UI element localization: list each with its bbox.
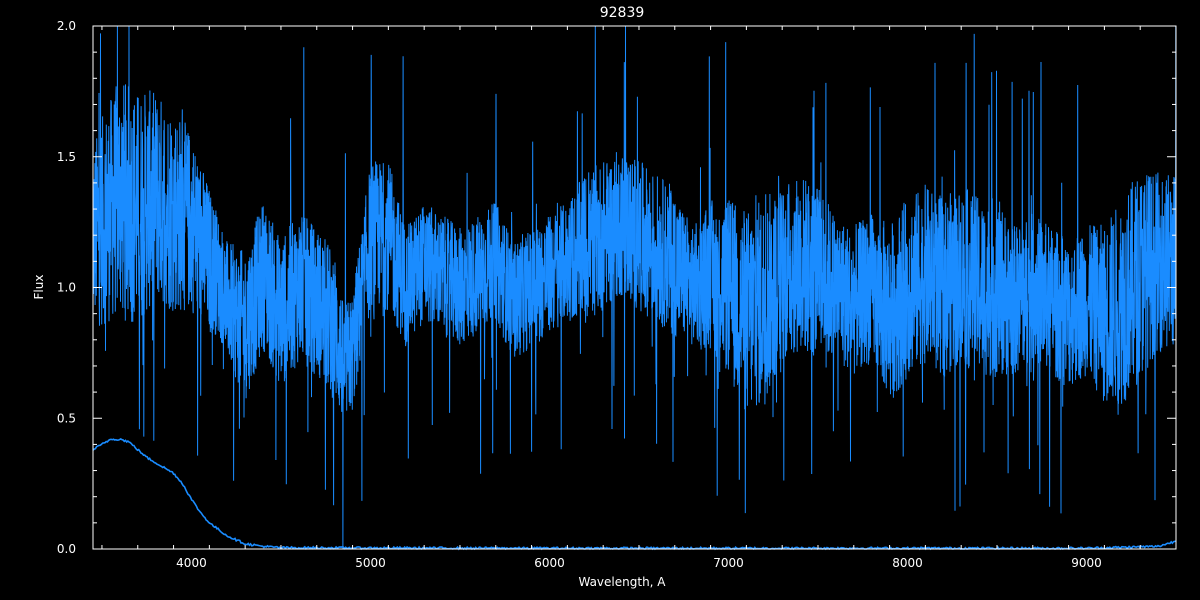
x-tick-label: 4000 bbox=[176, 556, 207, 570]
y-tick-label: 1.0 bbox=[57, 281, 76, 295]
y-axis-label: Flux bbox=[32, 275, 46, 300]
x-axis-label: Wavelength, A bbox=[578, 575, 666, 589]
spectrum-plot: 92839 4000 5000 6000 7000 8000 9000 0.0 0.5 1.0 1… bbox=[0, 0, 1200, 600]
y-tick-label: 1.5 bbox=[57, 150, 76, 164]
x-tick-label: 8000 bbox=[892, 556, 923, 570]
x-tick-label: 5000 bbox=[355, 556, 386, 570]
y-tick-label: 0.5 bbox=[57, 411, 76, 425]
x-tick-label: 6000 bbox=[534, 556, 565, 570]
x-tick-label: 7000 bbox=[713, 556, 744, 570]
y-tick-label: 2.0 bbox=[57, 19, 76, 33]
x-tick-label: 9000 bbox=[1071, 556, 1102, 570]
chart-title: 92839 bbox=[600, 5, 645, 21]
y-tick-label: 0.0 bbox=[57, 542, 76, 556]
